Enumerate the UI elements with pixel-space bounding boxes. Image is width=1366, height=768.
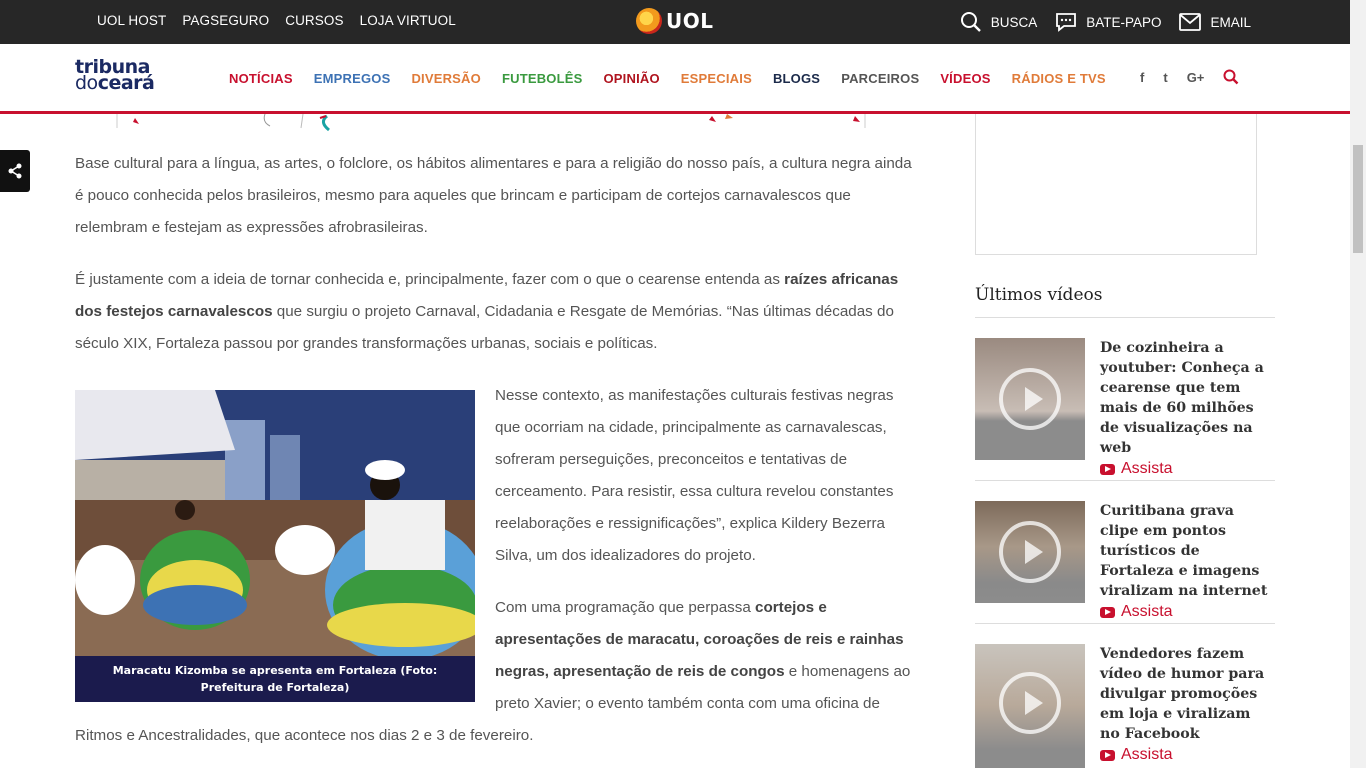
paragraph-4-a: Com uma programação que perpassa: [495, 599, 756, 616]
video-item[interactable]: Vendedores fazem vídeo de humor para div…: [975, 644, 1275, 768]
maracatu-photo[interactable]: [75, 390, 475, 656]
nav-especiais[interactable]: ESPECIAIS: [681, 71, 752, 86]
video-thumbnail[interactable]: [975, 338, 1085, 460]
uol-ball-icon: [636, 8, 662, 34]
facebook-icon[interactable]: f: [1140, 70, 1144, 85]
mail-icon: [1179, 13, 1202, 31]
nav-diversao[interactable]: DIVERSÃO: [411, 71, 481, 86]
photo-caption: Maracatu Kizomba se apresenta em Fortale…: [75, 656, 475, 702]
video-title-text: Curitibana grava clipe em pontos turísti…: [1100, 503, 1268, 599]
google-plus-icon[interactable]: G+: [1187, 70, 1205, 85]
article-figure: Maracatu Kizomba se apresenta em Fortale…: [75, 390, 475, 702]
search-icon: [960, 12, 981, 32]
ad-box: [975, 114, 1257, 255]
divider: [975, 480, 1275, 481]
youtube-icon: [1100, 749, 1115, 761]
assista-label: Assista: [1121, 603, 1173, 620]
video-title-text: Vendedores fazem vídeo de humor para div…: [1100, 646, 1265, 742]
article-body: Base cultural para a língua, as artes, o…: [75, 148, 915, 768]
video-item[interactable]: Curitibana grava clipe em pontos turísti…: [975, 501, 1275, 620]
video-title[interactable]: Vendedores fazem vídeo de humor para div…: [1100, 644, 1275, 765]
nav-blogs[interactable]: BLOGS: [773, 71, 820, 86]
tribuna-do-ceara-logo[interactable]: tribuna doceará: [75, 58, 155, 94]
nav-parceiros[interactable]: PARCEIROS: [841, 71, 919, 86]
video-title[interactable]: De cozinheira a youtuber: Conheça a cear…: [1100, 338, 1275, 479]
paragraph-2: É justamente com a ideia de tornar conhe…: [75, 264, 915, 360]
maracatu-photo-art: [75, 390, 475, 656]
brand-ceara: ceará: [97, 72, 155, 94]
cursos-link[interactable]: CURSOS: [285, 13, 343, 28]
bate-papo-label: BATE-PAPO: [1086, 14, 1162, 30]
nav-futeboles[interactable]: FUTEBOLÊS: [502, 71, 583, 86]
assista-label: Assista: [1121, 460, 1173, 477]
video-item[interactable]: De cozinheira a youtuber: Conheça a cear…: [975, 338, 1275, 477]
uol-top-bar: UOL HOST PAGSEGURO CURSOS LOJA VIRTUOL U…: [0, 0, 1350, 44]
page-scrollbar[interactable]: [1350, 0, 1366, 768]
share-icon: [8, 163, 22, 179]
uol-logo[interactable]: UOL: [636, 8, 714, 34]
uol-tools: BUSCA BATE-PAPO EMAIL: [960, 11, 1251, 33]
busca-button[interactable]: BUSCA: [960, 11, 1038, 33]
assista-link[interactable]: Assista: [1100, 459, 1275, 479]
bate-papo-button[interactable]: BATE-PAPO: [1055, 11, 1161, 33]
video-title-text: De cozinheira a youtuber: Conheça a cear…: [1100, 340, 1264, 456]
assista-label: Assista: [1121, 746, 1173, 763]
pagseguro-link[interactable]: PAGSEGURO: [182, 13, 269, 28]
loja-virtuol-link[interactable]: LOJA VIRTUOL: [360, 13, 456, 28]
share-button[interactable]: [0, 150, 30, 192]
main-nav: NOTÍCIAS EMPREGOS DIVERSÃO FUTEBOLÊS OPI…: [229, 71, 1106, 86]
nav-radios-e-tvs[interactable]: RÁDIOS E TVS: [1012, 71, 1106, 86]
play-icon: [999, 672, 1061, 734]
youtube-icon: [1100, 463, 1115, 475]
nav-videos[interactable]: VÍDEOS: [940, 71, 990, 86]
video-thumbnail[interactable]: [975, 644, 1085, 768]
brand-do: do: [75, 72, 98, 94]
video-thumbnail[interactable]: [975, 501, 1085, 603]
nav-empregos[interactable]: EMPREGOS: [314, 71, 391, 86]
uol-links: UOL HOST PAGSEGURO CURSOS LOJA VIRTUOL: [97, 13, 456, 28]
play-icon: [999, 368, 1061, 430]
carnival-banner-decoration: [116, 114, 866, 132]
assista-link[interactable]: Assista: [1100, 745, 1275, 765]
uol-host-link[interactable]: UOL HOST: [97, 13, 166, 28]
paragraph-1: Base cultural para a língua, as artes, o…: [75, 155, 912, 236]
uol-logo-text: UOL: [666, 9, 714, 33]
youtube-icon: [1100, 606, 1115, 618]
divider: [975, 623, 1275, 624]
nav-opiniao[interactable]: OPINIÃO: [604, 71, 660, 86]
assista-link[interactable]: Assista: [1100, 602, 1275, 622]
ultimos-videos-title: Últimos vídeos: [975, 285, 1275, 318]
social-links: f t G+: [1140, 69, 1239, 85]
chat-icon: [1056, 13, 1077, 32]
paragraph-2-a: É justamente com a ideia de tornar conhe…: [75, 271, 785, 288]
email-label: EMAIL: [1210, 14, 1251, 30]
nav-noticias[interactable]: NOTÍCIAS: [229, 71, 293, 86]
busca-label: BUSCA: [990, 14, 1038, 30]
video-title[interactable]: Curitibana grava clipe em pontos turísti…: [1100, 501, 1275, 622]
brand-line2: doceará: [75, 72, 155, 94]
site-header: tribuna doceará NOTÍCIAS EMPREGOS DIVERS…: [0, 44, 1350, 114]
twitter-icon[interactable]: t: [1163, 70, 1167, 85]
search-icon[interactable]: [1223, 69, 1239, 85]
play-icon: [999, 521, 1061, 583]
email-button[interactable]: EMAIL: [1179, 13, 1251, 31]
scrollbar-thumb[interactable]: [1353, 145, 1363, 253]
